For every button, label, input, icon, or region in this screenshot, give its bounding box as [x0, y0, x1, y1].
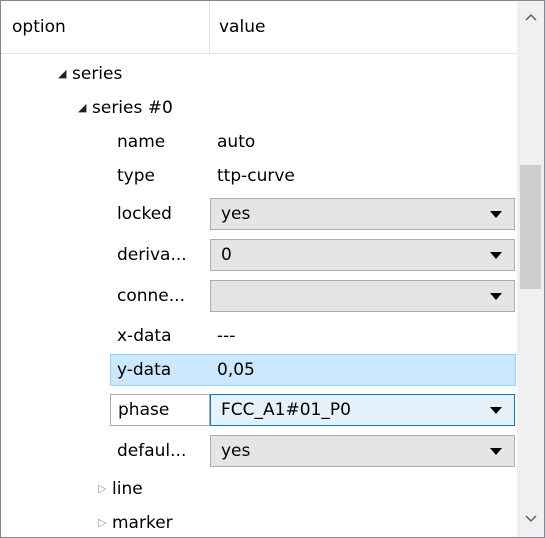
property-label: defaul...	[117, 441, 187, 461]
tree-node-label: marker	[112, 513, 173, 533]
collapsed-triangle-icon[interactable]: ▷	[98, 472, 112, 506]
property-row-derivative[interactable]: deriva... 0	[1, 238, 517, 272]
default-dropdown[interactable]: yes	[210, 435, 515, 467]
property-label: y-data	[117, 360, 172, 380]
column-header-option-label: option	[12, 17, 66, 37]
dropdown-value: FCC_A1#01_P0	[221, 400, 351, 420]
derivative-dropdown[interactable]: 0	[210, 239, 515, 271]
grid-header: option value	[1, 1, 517, 54]
property-label: type	[117, 166, 155, 186]
tree-node-label: series	[72, 64, 123, 84]
scroll-down-button[interactable]	[517, 503, 544, 537]
property-value[interactable]: ttp-curve	[217, 159, 295, 193]
tree-node-line[interactable]: ▷ line	[1, 472, 517, 506]
property-row-default[interactable]: defaul... yes	[1, 434, 517, 468]
dropdown-value: 0	[221, 245, 232, 265]
column-header-value-label: value	[219, 17, 266, 37]
chevron-up-icon	[524, 13, 537, 21]
tree-node-label: line	[112, 479, 143, 499]
dropdown-value: yes	[221, 441, 251, 461]
dropdown-value: yes	[221, 204, 251, 224]
vertical-scrollbar[interactable]	[517, 1, 544, 537]
chevron-down-icon[interactable]	[490, 407, 502, 414]
tree-node-label: series #0	[92, 98, 173, 118]
property-label: x-data	[117, 326, 172, 346]
property-label: phase	[110, 394, 210, 426]
expanded-triangle-icon[interactable]: ◢	[78, 91, 92, 125]
property-row-type[interactable]: type ttp-curve	[1, 159, 517, 193]
property-label: conne...	[117, 286, 185, 306]
tree-node-series-0[interactable]: ◢ series #0	[1, 91, 517, 125]
connect-dropdown[interactable]	[210, 280, 515, 312]
column-header-value[interactable]: value	[210, 1, 517, 54]
property-row-y-data[interactable]: y-data 0,05	[1, 353, 517, 387]
property-grid: option value ◢ series ◢ series #0 name aut…	[0, 0, 545, 538]
property-row-connect[interactable]: conne...	[1, 279, 517, 313]
property-value[interactable]: auto	[217, 125, 255, 159]
chevron-down-icon	[524, 515, 537, 523]
column-header-option[interactable]: option	[1, 1, 210, 54]
property-label: locked	[117, 204, 172, 224]
scroll-up-button[interactable]	[517, 1, 544, 35]
selected-row-highlight[interactable]: y-data 0,05	[110, 354, 516, 386]
tree-node-marker[interactable]: ▷ marker	[1, 506, 517, 537]
property-row-name[interactable]: name auto	[1, 125, 517, 159]
property-row-x-data[interactable]: x-data ---	[1, 319, 517, 353]
tree-node-series[interactable]: ◢ series	[1, 57, 517, 91]
chevron-down-icon[interactable]	[490, 211, 502, 218]
property-label: deriva...	[117, 245, 187, 265]
phase-dropdown[interactable]: FCC_A1#01_P0	[210, 394, 515, 426]
property-value[interactable]: 0,05	[217, 355, 255, 385]
property-label: name	[117, 132, 166, 152]
locked-dropdown[interactable]: yes	[210, 198, 515, 230]
chevron-down-icon[interactable]	[490, 252, 502, 259]
collapsed-triangle-icon[interactable]: ▷	[98, 506, 112, 537]
scrollbar-thumb[interactable]	[520, 165, 541, 289]
expanded-triangle-icon[interactable]: ◢	[58, 57, 72, 91]
property-value[interactable]: ---	[217, 319, 235, 353]
chevron-down-icon[interactable]	[490, 293, 502, 300]
property-row-locked[interactable]: locked yes	[1, 197, 517, 231]
chevron-down-icon[interactable]	[490, 448, 502, 455]
property-row-phase[interactable]: phase FCC_A1#01_P0	[1, 393, 517, 427]
